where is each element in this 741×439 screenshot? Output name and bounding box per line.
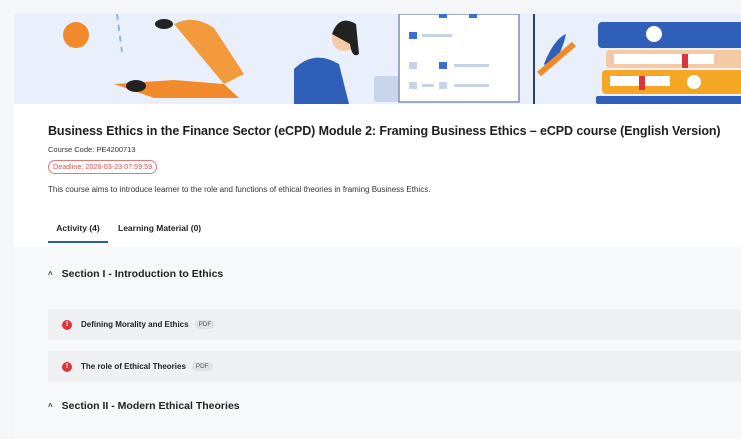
item-title: The role of Ethical Theories	[81, 362, 186, 371]
list-item[interactable]: ! Defining Morality and Ethics PDF	[48, 309, 741, 340]
chevron-up-icon: ^	[48, 401, 53, 411]
course-code: Course Code: PE4200713	[48, 145, 136, 154]
list-item[interactable]: ! The role of Ethical Theories PDF	[48, 351, 741, 382]
course-info: Business Ethics in the Finance Sector (e…	[48, 124, 738, 194]
file-type-badge: PDF	[194, 320, 216, 329]
tab-activity[interactable]: Activity (4)	[48, 219, 108, 243]
section-title: Section I - Introduction to Ethics	[61, 268, 224, 280]
alert-icon: !	[62, 361, 72, 372]
tab-learning-material[interactable]: Learning Material (0)	[116, 219, 216, 243]
course-title: Business Ethics in the Finance Sector (e…	[48, 124, 721, 138]
course-card: Business Ethics in the Finance Sector (e…	[14, 14, 741, 439]
alert-icon: !	[62, 319, 72, 330]
orange-circle-decoration	[63, 22, 89, 48]
section-title: Section II - Modern Ethical Theories	[61, 400, 240, 412]
section-header-1[interactable]: ^ Section I - Introduction to Ethics	[48, 268, 223, 280]
tab-bar: Activity (4) Learning Material (0)	[48, 219, 741, 243]
course-banner	[14, 14, 741, 104]
activity-list: ^ Section I - Introduction to Ethics ! D…	[14, 247, 741, 439]
file-type-badge: PDF	[191, 362, 213, 371]
item-title: Defining Morality and Ethics	[81, 320, 189, 329]
banner-illustration	[14, 14, 741, 104]
section-header-2[interactable]: ^ Section II - Modern Ethical Theories	[48, 400, 240, 412]
chevron-up-icon: ^	[48, 269, 53, 279]
course-description: This course aims to introduce learner to…	[48, 185, 431, 194]
deadline-badge: Deadline: 2026-03-23 07:59:59	[48, 160, 158, 174]
